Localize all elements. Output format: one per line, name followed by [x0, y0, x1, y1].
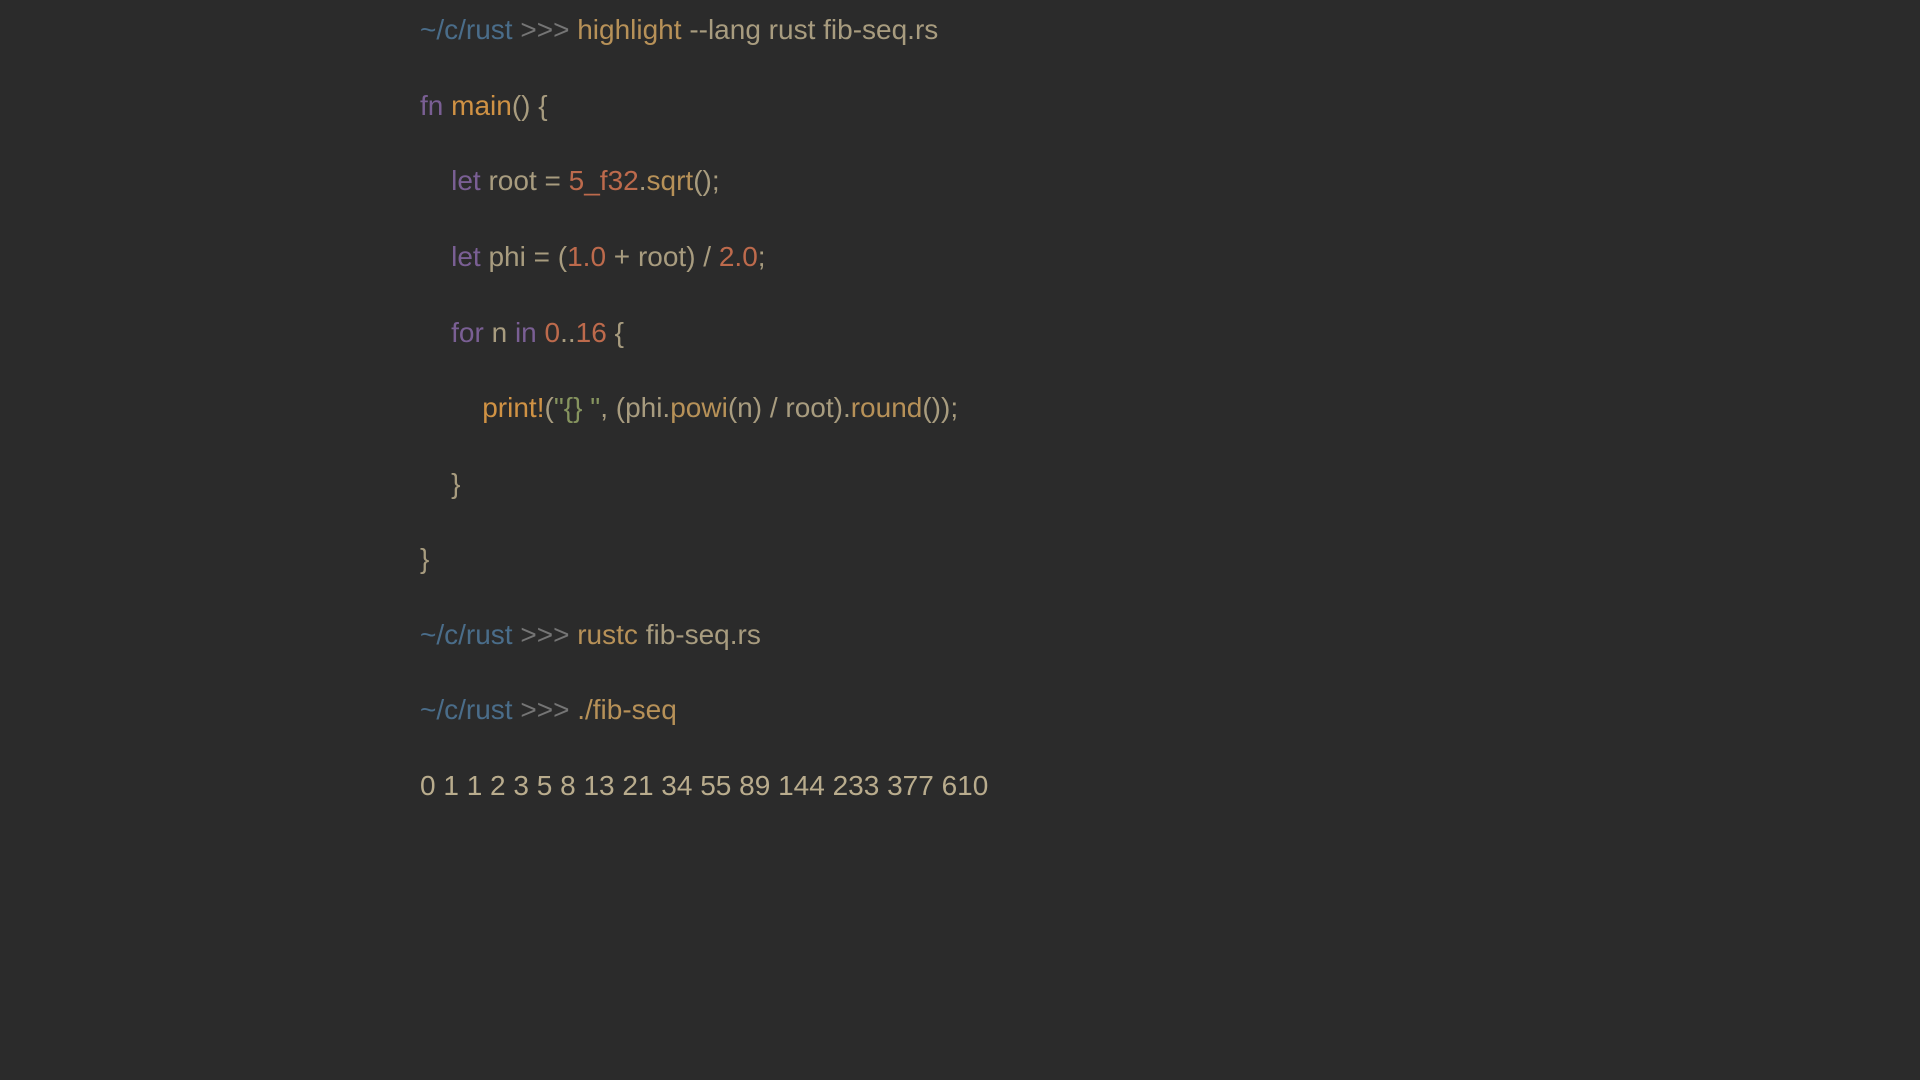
code-line-3: let root = 5_f32.sqrt();	[420, 162, 996, 200]
func-main: main	[451, 90, 512, 121]
punct: ());	[922, 392, 958, 423]
number-literal: 2.0	[719, 241, 758, 272]
prompt-arrows: >>>	[513, 14, 578, 45]
command-run: ./fib-seq	[577, 694, 677, 725]
prompt-arrows: >>>	[513, 694, 578, 725]
punct: {	[607, 317, 624, 348]
program-output: 0 1 1 2 3 5 8 13 21 34 55 89 144 233 377…	[420, 767, 996, 805]
ident: root =	[488, 165, 568, 196]
terminal-block: ~/c/rust >>> highlight --lang rust fib-s…	[420, 0, 996, 843]
string-literal: "{} "	[554, 392, 600, 423]
prompt-arrows: >>>	[513, 619, 578, 650]
ident: + root) /	[606, 241, 719, 272]
keyword-in: in	[515, 317, 545, 348]
ident: phi = (	[488, 241, 567, 272]
code-line-6: print!("{} ", (phi.powi(n) / root).round…	[420, 389, 996, 427]
macro-print: print!	[482, 392, 544, 423]
command-args-1: --lang rust fib-seq.rs	[689, 14, 938, 45]
punct: ();	[693, 165, 719, 196]
keyword-fn: fn	[420, 90, 451, 121]
number-literal: 5_f32	[569, 165, 639, 196]
command-highlight: highlight	[577, 14, 689, 45]
code-line-4: let phi = (1.0 + root) / 2.0;	[420, 238, 996, 276]
ident: , (phi.	[600, 392, 670, 423]
command-args-2: fib-seq.rs	[646, 619, 761, 650]
number-literal: 16	[576, 317, 607, 348]
prompt-path: ~/c/rust	[420, 694, 513, 725]
ident: (n) / root).	[728, 392, 851, 423]
cmd-line-2: ~/c/rust >>> rustc fib-seq.rs	[420, 616, 996, 654]
punct: (	[544, 392, 553, 423]
keyword-let: let	[451, 241, 488, 272]
prompt-path: ~/c/rust	[420, 14, 513, 45]
prompt-path: ~/c/rust	[420, 619, 513, 650]
number-literal: 1.0	[567, 241, 606, 272]
code-line-7: }	[420, 465, 996, 503]
range-dots: ..	[560, 317, 576, 348]
indent	[420, 241, 451, 272]
method-round: round	[851, 392, 923, 423]
keyword-for: for	[451, 317, 491, 348]
keyword-let: let	[451, 165, 488, 196]
cmd-line-1: ~/c/rust >>> highlight --lang rust fib-s…	[420, 11, 996, 49]
closing-brace: }	[420, 543, 429, 574]
number-literal: 0	[545, 317, 561, 348]
cmd-line-3: ~/c/rust >>> ./fib-seq	[420, 691, 996, 729]
method-sqrt: sqrt	[647, 165, 694, 196]
dot: .	[639, 165, 647, 196]
ident: n	[492, 317, 515, 348]
indent	[420, 165, 451, 196]
code-line-5: for n in 0..16 {	[420, 314, 996, 352]
code-line-8: }	[420, 540, 996, 578]
indent	[420, 468, 451, 499]
indent	[420, 317, 451, 348]
indent	[420, 392, 482, 423]
code-line-2: fn main() {	[420, 87, 996, 125]
command-rustc: rustc	[577, 619, 645, 650]
method-powi: powi	[670, 392, 728, 423]
punct: ;	[758, 241, 766, 272]
closing-brace: }	[451, 468, 460, 499]
punct: () {	[512, 90, 548, 121]
